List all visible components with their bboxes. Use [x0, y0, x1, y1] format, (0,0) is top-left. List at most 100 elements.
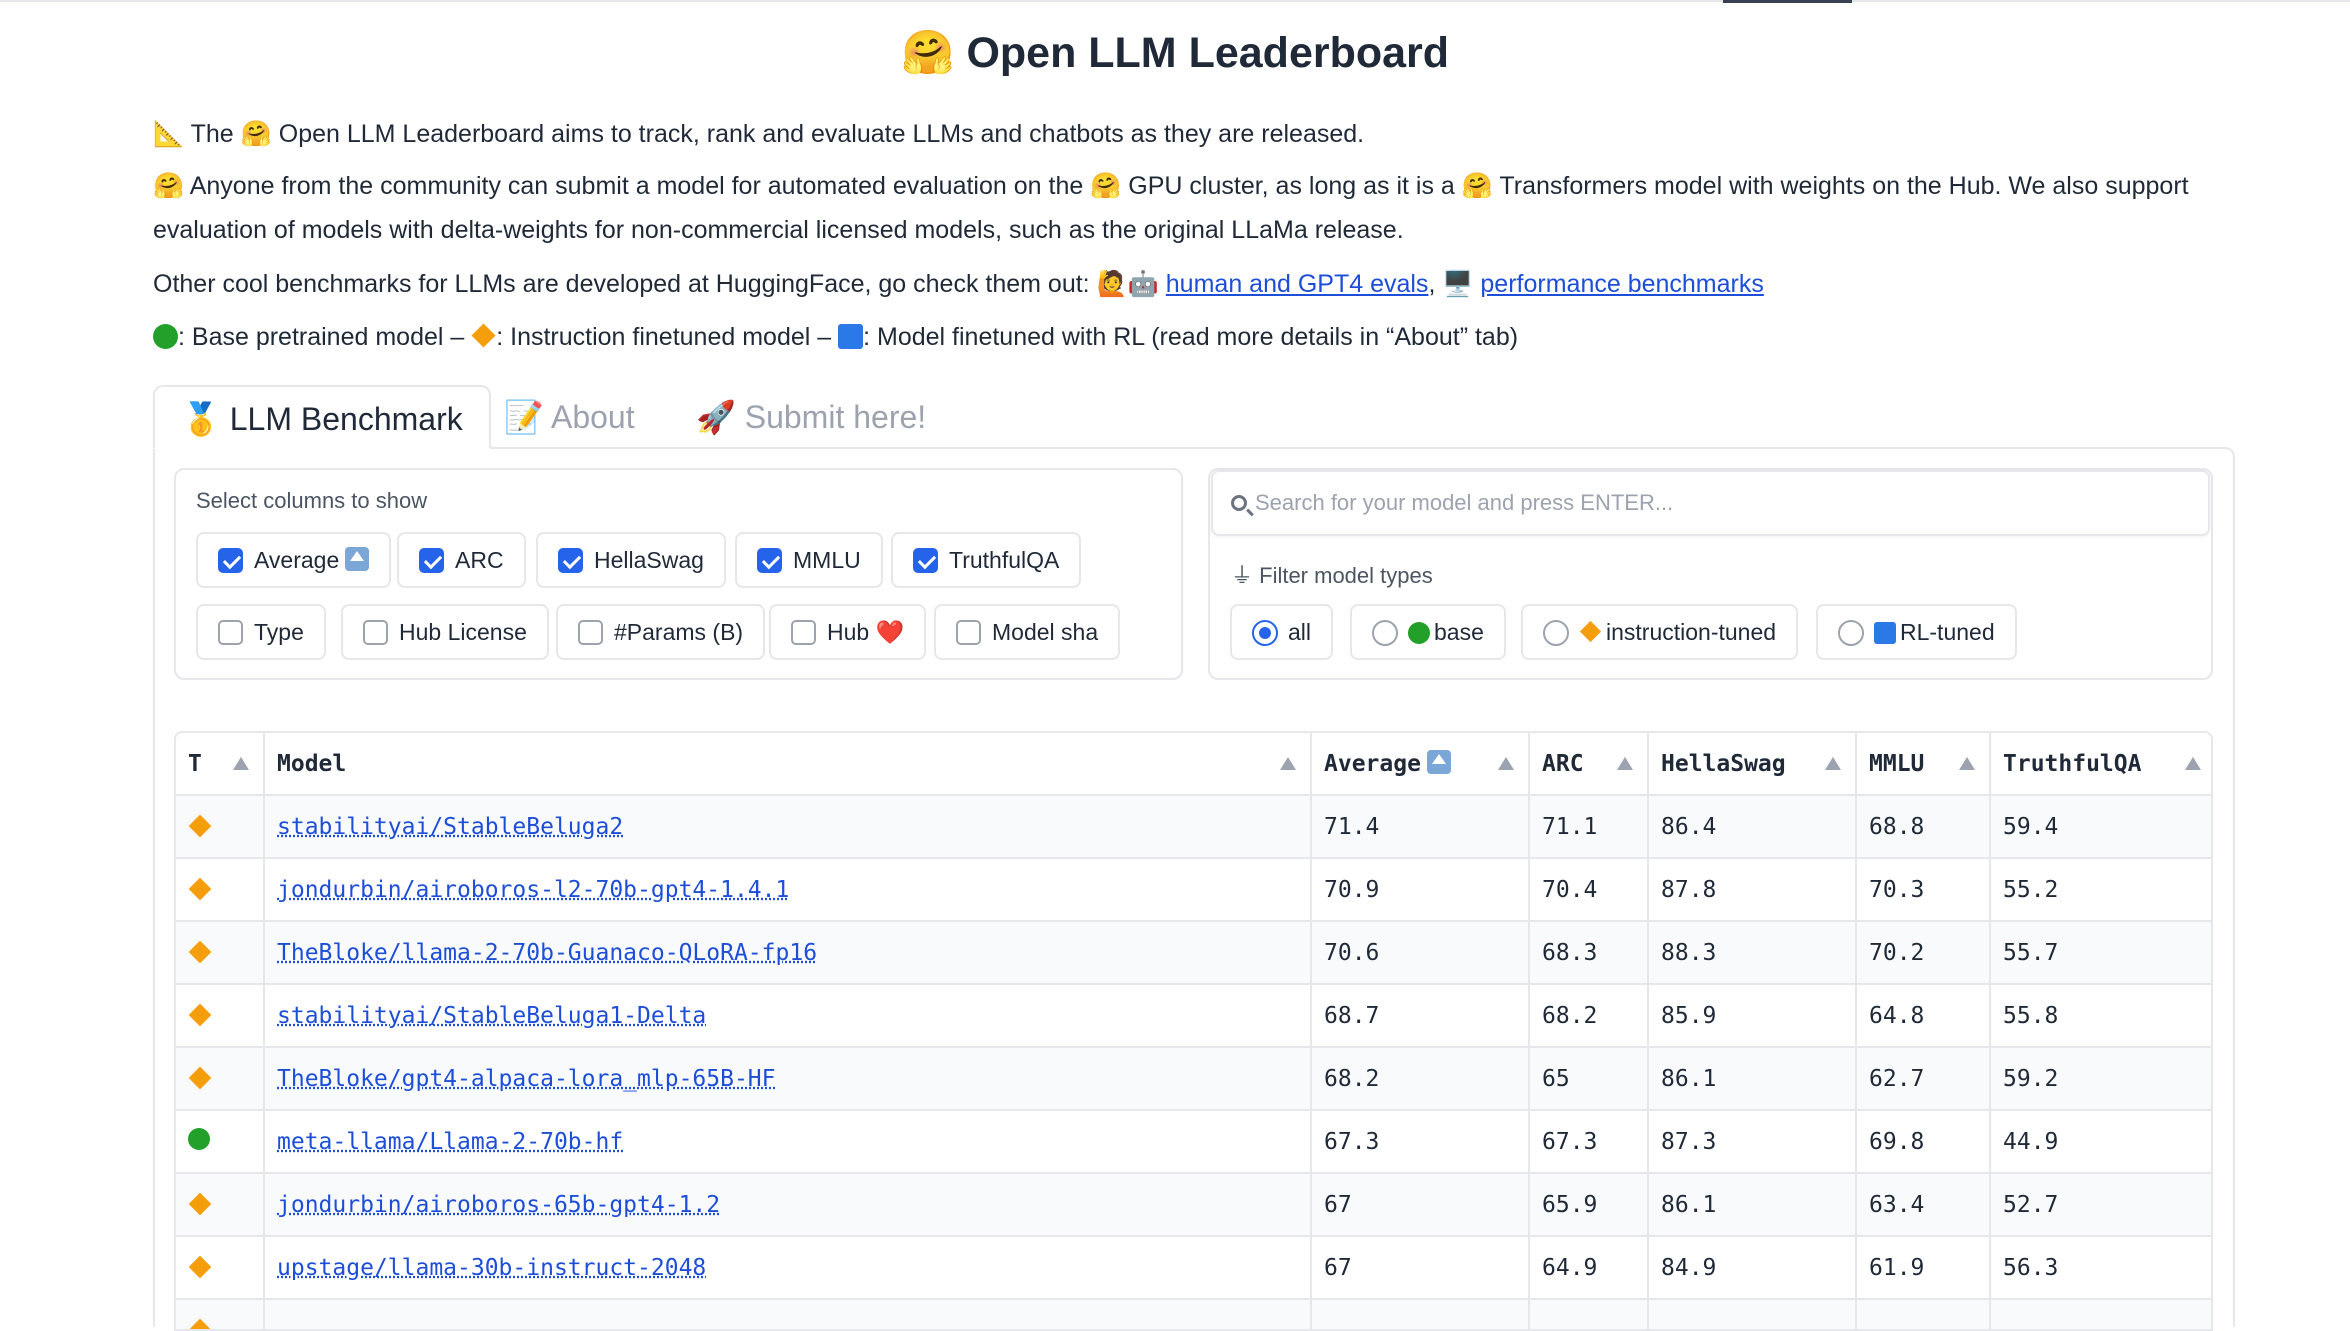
sort-arrow-icon[interactable]	[2185, 757, 2201, 770]
filter-icon: ⏚	[1231, 563, 1260, 588]
table-row: stabilityai/StableBeluga2 71.4 71.1 86.4 68.…	[176, 795, 2211, 859]
legend-rl-text: : Model finetuned with RL (read more det…	[863, 323, 1519, 351]
column-header-mmlu[interactable]: MMLU	[1856, 733, 1991, 796]
model-link[interactable]: stabilityai/StableBeluga2	[277, 814, 623, 840]
column-option-hellaswag[interactable]: HellaSwag	[536, 532, 726, 588]
filter-option-base[interactable]: base	[1350, 604, 1506, 660]
column-option-label: HellaSwag	[594, 547, 704, 573]
filter-option-instruction-tuned[interactable]: instruction-tuned	[1521, 604, 1799, 660]
cell-truthfulqa: 56.3	[1990, 1236, 2211, 1300]
cell-arc: 64.9	[1529, 1236, 1649, 1300]
column-option-label: MMLU	[793, 547, 861, 573]
column-header-average[interactable]: Average	[1311, 733, 1530, 796]
checkbox-unchecked-icon[interactable]	[791, 620, 816, 645]
cell-average: 67	[1311, 1236, 1530, 1300]
cell-arc: 67.3	[1529, 1110, 1649, 1174]
sort-arrow-icon[interactable]	[1959, 757, 1975, 770]
up-arrow-icon	[345, 547, 370, 571]
green-circle-icon	[1408, 622, 1430, 644]
column-header-arc[interactable]: ARC	[1529, 733, 1649, 796]
column-header-hellaswag[interactable]: HellaSwag	[1648, 733, 1857, 796]
checkbox-checked-icon[interactable]	[218, 548, 243, 573]
column-option-label: ARC	[455, 547, 504, 573]
cell-type	[176, 1299, 265, 1329]
tab-llm-benchmark[interactable]: 🥇 LLM Benchmark	[153, 385, 491, 449]
column-option-average[interactable]: Average	[196, 532, 392, 588]
cell-type	[176, 1236, 265, 1300]
orange-diamond-icon	[471, 323, 496, 348]
hugging-face-emoji-icon: 🤗	[240, 120, 272, 148]
orange-diamond-icon	[188, 877, 212, 900]
cell-average: 70.6	[1311, 921, 1530, 985]
column-option-model-sha[interactable]: Model sha	[934, 604, 1121, 660]
green-circle-icon	[153, 324, 178, 349]
search-placeholder: Search for your model and press ENTER...	[1255, 490, 1674, 515]
column-header-type[interactable]: T	[176, 733, 265, 796]
radio-unselected-icon[interactable]	[1543, 620, 1569, 646]
filter-option-all[interactable]: all	[1230, 604, 1334, 660]
cell-hellaswag: 87.8	[1648, 858, 1857, 922]
human-gpt4-evals-link[interactable]: human and GPT4 evals	[1166, 270, 1429, 298]
model-link[interactable]: upstage/llama-30b-instruct-2048	[277, 1255, 706, 1281]
table-row: jondurbin/airoboros-65b-gpt4-1.2 67 65.9 86…	[176, 1173, 2211, 1237]
sort-arrow-icon[interactable]	[1617, 757, 1633, 770]
radio-unselected-icon[interactable]	[1838, 620, 1864, 646]
cell-mmlu: 62.7	[1856, 1047, 1991, 1111]
model-link[interactable]: stabilityai/StableBeluga1-Delta	[277, 1003, 706, 1029]
cell-mmlu: 69.8	[1856, 1110, 1991, 1174]
column-option-hub-license[interactable]: Hub License	[341, 604, 549, 660]
column-option-arc[interactable]: ARC	[397, 532, 526, 588]
column-header-label: Average	[1324, 751, 1421, 777]
checkbox-unchecked-icon[interactable]	[956, 620, 981, 645]
checkbox-unchecked-icon[interactable]	[218, 620, 243, 645]
radio-selected-icon[interactable]	[1252, 620, 1278, 646]
checkbox-checked-icon[interactable]	[757, 548, 782, 573]
cell-hellaswag: 87.3	[1648, 1110, 1857, 1174]
cell-mmlu: 64.8	[1856, 984, 1991, 1048]
sort-arrow-icon[interactable]	[1825, 757, 1841, 770]
column-option-hub-likes[interactable]: Hub ❤️	[769, 604, 927, 660]
top-border	[0, 0, 2350, 2]
column-option-truthfulqa[interactable]: TruthfulQA	[891, 532, 1082, 588]
sort-arrow-icon[interactable]	[233, 757, 249, 770]
page-title-text: Open LLM Leaderboard	[966, 29, 1450, 77]
model-link[interactable]: jondurbin/airoboros-l2-70b-gpt4-1.4.1	[277, 877, 789, 903]
up-arrow-icon	[1426, 750, 1451, 774]
column-option-params[interactable]: #Params (B)	[556, 604, 766, 660]
table-row: TheBloke/gpt4-alpaca-lora_mlp-65B-HF 68.2…	[176, 1047, 2211, 1111]
checkbox-checked-icon[interactable]	[913, 548, 938, 573]
cell-truthfulqa: 55.8	[1990, 984, 2211, 1048]
sort-arrow-icon[interactable]	[1498, 757, 1514, 770]
performance-benchmarks-link[interactable]: performance benchmarks	[1480, 270, 1763, 298]
checkbox-checked-icon[interactable]	[419, 548, 444, 573]
tab-about[interactable]: 📝 About	[478, 385, 661, 449]
column-option-type[interactable]: Type	[196, 604, 326, 660]
cell-truthfulqa: 59.2	[1990, 1047, 2211, 1111]
column-header-model[interactable]: Model	[264, 733, 1312, 796]
filter-label-text: Filter model types	[1259, 563, 1433, 588]
model-link[interactable]: jondurbin/airoboros-65b-gpt4-1.2	[277, 1192, 720, 1218]
search-input[interactable]: Search for your model and press ENTER...	[1211, 470, 2210, 536]
column-option-label: #Params (B)	[614, 619, 744, 645]
filter-option-label: instruction-tuned	[1606, 619, 1777, 645]
model-link[interactable]: TheBloke/gpt4-alpaca-lora_mlp-65B-HF	[277, 1066, 776, 1092]
radio-unselected-icon[interactable]	[1372, 620, 1398, 646]
cell-truthfulqa: 52.7	[1990, 1173, 2211, 1237]
column-option-label: Average	[254, 547, 340, 573]
orange-diamond-icon	[188, 1318, 212, 1329]
checkbox-unchecked-icon[interactable]	[363, 620, 388, 645]
cell-average: 67.3	[1311, 1110, 1530, 1174]
model-link[interactable]: meta-llama/Llama-2-70b-hf	[277, 1129, 623, 1155]
legend-base-text: : Base pretrained model –	[178, 323, 472, 351]
hugging-face-emoji-icon: 🤗	[1461, 172, 1493, 200]
tab-submit[interactable]: 🚀 Submit here!	[670, 385, 952, 449]
cell-type	[176, 795, 265, 859]
column-header-truthfulqa[interactable]: TruthfulQA	[1990, 733, 2211, 796]
blue-square-icon	[838, 324, 864, 349]
sort-arrow-icon[interactable]	[1280, 757, 1296, 770]
filter-option-rl-tuned[interactable]: RL-tuned	[1816, 604, 2017, 660]
checkbox-unchecked-icon[interactable]	[578, 620, 603, 645]
column-option-mmlu[interactable]: MMLU	[735, 532, 883, 588]
checkbox-checked-icon[interactable]	[558, 548, 583, 573]
model-link[interactable]: TheBloke/llama-2-70b-Guanaco-QLoRA-fp16	[277, 940, 817, 966]
